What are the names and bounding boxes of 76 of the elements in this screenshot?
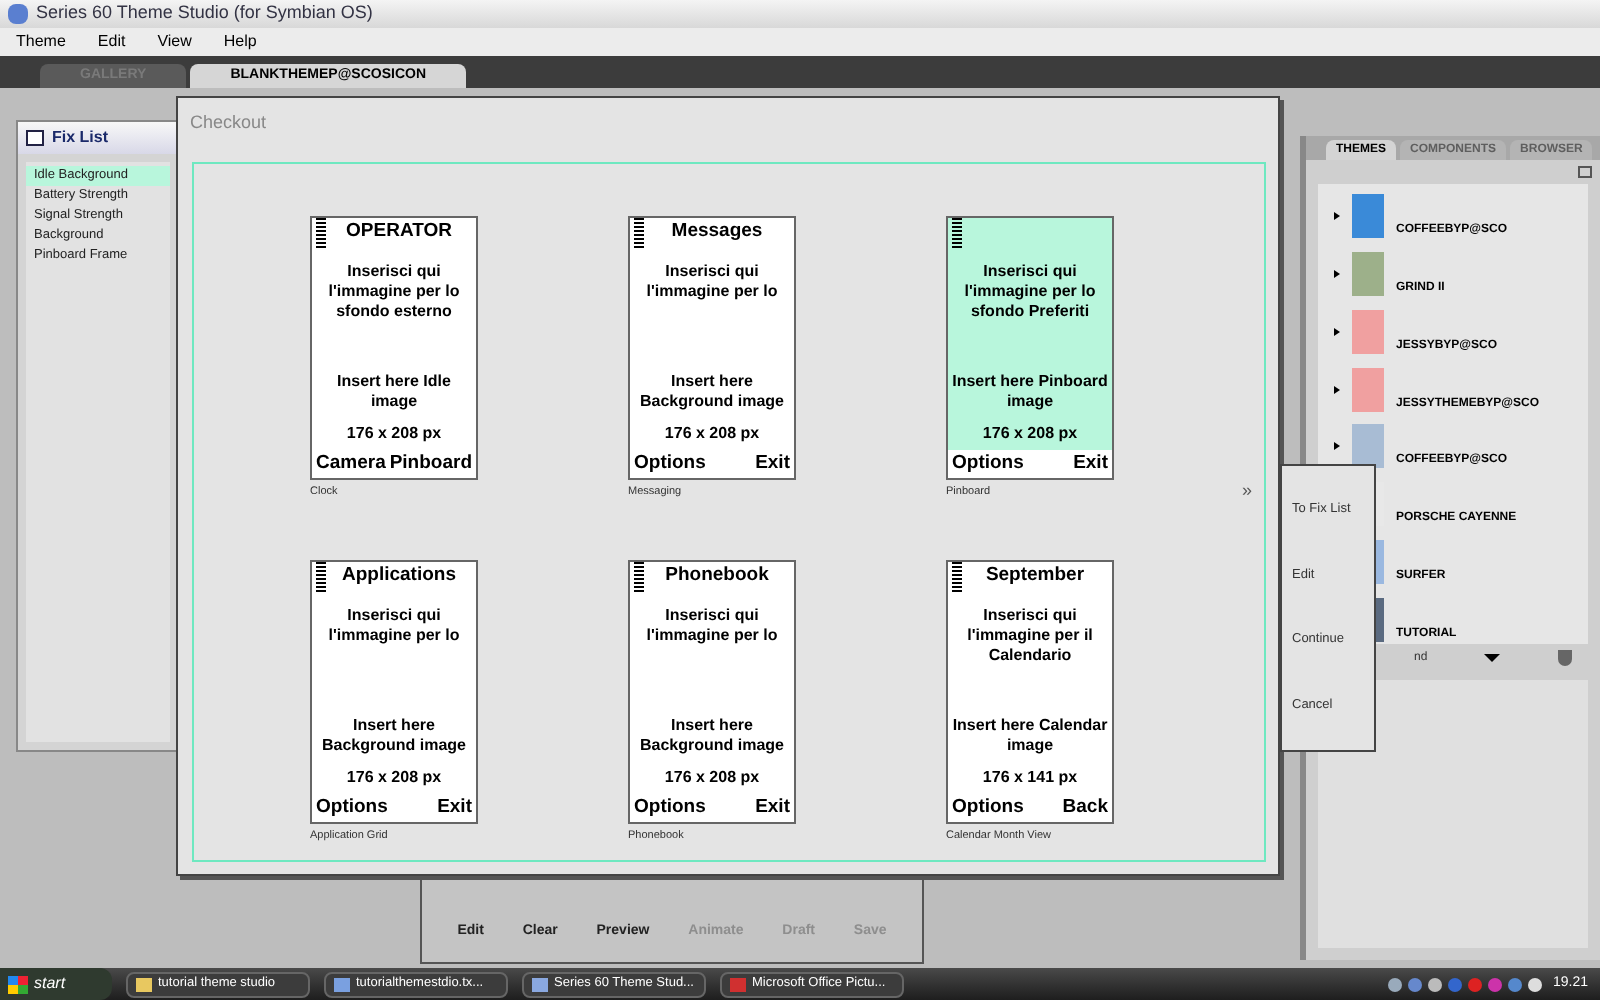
theme-thumbnail: [1352, 309, 1384, 354]
softkey[interactable]: Options: [634, 449, 706, 479]
softkey[interactable]: Back: [1062, 793, 1108, 823]
phone-screen[interactable]: OPERATOR Inserisci qui l'immagine per lo sfondo esterno Insert here Idle image 176 x 208 px Camera Pinboard: [310, 216, 478, 480]
softkey[interactable]: Exit: [1073, 449, 1108, 479]
window-title: Series 60 Theme Studio (for Symbian OS): [36, 0, 373, 27]
screen-instruction: Insert here Idle image: [335, 372, 453, 412]
softkey[interactable]: Options: [634, 793, 706, 823]
screen-title: Applications: [339, 562, 458, 590]
expand-icon[interactable]: [1334, 269, 1340, 278]
expand-icon[interactable]: [1334, 211, 1340, 220]
theme-thumbnail: [1352, 251, 1384, 296]
screen-title: OPERATOR: [344, 218, 454, 246]
softkey[interactable]: Options: [952, 793, 1024, 823]
theme-thumbnail: [1352, 424, 1384, 469]
menu-item[interactable]: Edit: [97, 30, 126, 54]
menu-item[interactable]: Help: [223, 30, 257, 54]
expand-icon[interactable]: [1334, 442, 1340, 451]
screen-instruction: Insert here Background image: [637, 372, 786, 412]
app-icon: [334, 977, 350, 991]
softkey[interactable]: Exit: [755, 793, 790, 823]
signal-bars-icon: [634, 218, 644, 250]
app-icon: [532, 977, 548, 991]
screen-instruction: Inserisci qui l'immagine per lo: [644, 606, 780, 646]
signal-bars-icon: [316, 218, 326, 250]
theme-thumbnail: [1352, 193, 1384, 238]
screen-title: Phonebook: [663, 562, 771, 590]
signal-bars-icon: [952, 562, 962, 594]
dialog-title: Checkout: [190, 110, 267, 136]
screen-instruction: Inserisci qui l'immagine per lo: [326, 606, 462, 646]
softkey[interactable]: Exit: [437, 793, 472, 823]
export-icon[interactable]: [1578, 166, 1592, 178]
size-label: 176 x 208 px: [664, 768, 760, 788]
size-label: 176 x 208 px: [982, 424, 1078, 444]
screen-instruction: Insert here Pinboard image: [950, 372, 1110, 412]
phone-screen[interactable]: September Inserisci qui l'immagine per il Calendario Insert here Calendar image 176 x 141 px Options Back: [946, 560, 1114, 824]
window-icon: [26, 130, 44, 146]
screen-instruction: Insert here Background image: [637, 716, 786, 756]
signal-bars-icon: [316, 562, 326, 594]
screen-title: Messages: [669, 218, 765, 246]
softkey[interactable]: Pinboard: [389, 449, 472, 479]
size-label: 176 x 208 px: [664, 424, 760, 444]
start-button[interactable]: start: [0, 968, 112, 1000]
screen-title: September: [983, 562, 1087, 590]
screen-instruction: Inserisci qui l'immagine per lo sfondo Preferiti: [962, 262, 1098, 322]
softkey[interactable]: Camera: [316, 449, 386, 479]
size-label: 176 x 208 px: [346, 768, 442, 788]
phone-screen[interactable]: Messages Inserisci qui l'immagine per lo Insert here Background image 176 x 208 px Options Exit: [628, 216, 796, 480]
windows-logo-icon: [8, 975, 28, 993]
phone-screen[interactable]: Phonebook Inserisci qui l'immagine per lo Insert here Background image 176 x 208 px Options Exit: [628, 560, 796, 824]
theme-thumbnail: [1352, 367, 1384, 412]
softkey[interactable]: Options: [316, 793, 388, 823]
screen-instruction: Insert here Background image: [319, 716, 468, 756]
expand-icon[interactable]: [1334, 327, 1340, 336]
signal-bars-icon: [952, 218, 962, 250]
softkey[interactable]: Exit: [755, 449, 790, 479]
screen-instruction: Inserisci qui l'immagine per il Calendario: [965, 606, 1095, 666]
size-label: 176 x 141 px: [982, 768, 1078, 788]
screen-instruction: Insert here Calendar image: [950, 716, 1110, 756]
panel-title: Fix List: [52, 126, 109, 150]
menu-item[interactable]: Theme: [16, 30, 66, 54]
signal-bars-icon: [634, 562, 644, 594]
screen-instruction: Inserisci qui l'immagine per lo sfondo esterno: [326, 262, 462, 322]
size-label: 176 x 208 px: [346, 424, 442, 444]
screen-instruction: Inserisci qui l'immagine per lo: [644, 262, 780, 302]
app-icon: [730, 977, 746, 991]
dropdown-arrow-icon[interactable]: [1484, 654, 1501, 662]
expand-more-button[interactable]: »: [1242, 478, 1253, 505]
app-icon: [136, 977, 152, 991]
phone-screen[interactable]: Inserisci qui l'immagine per lo sfondo Preferiti Insert here Pinboard image 176 x 208 px Options Exit: [946, 216, 1114, 480]
menu-item[interactable]: View: [157, 30, 192, 54]
expand-icon[interactable]: [1334, 385, 1340, 394]
trash-icon[interactable]: [1558, 650, 1572, 666]
app-icon: [8, 4, 28, 24]
softkey[interactable]: Options: [952, 449, 1024, 479]
phone-screen[interactable]: Applications Inserisci qui l'immagine per lo Insert here Background image 176 x 208 px Options Exit: [310, 560, 478, 824]
